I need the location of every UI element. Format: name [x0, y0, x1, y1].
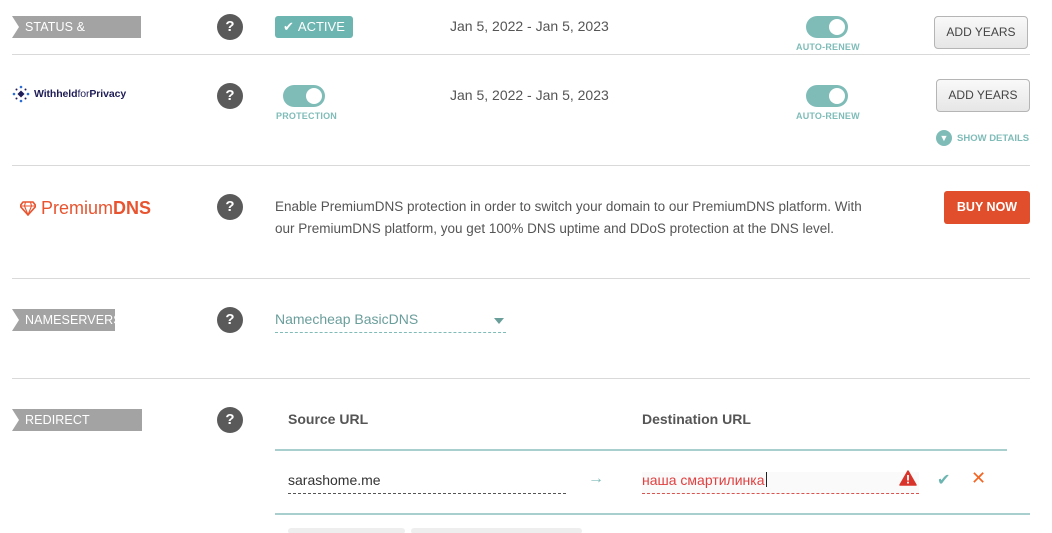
- privacy-diamond-icon: [12, 85, 30, 103]
- help-icon-status[interactable]: ?: [217, 14, 243, 40]
- logo-text-dns: DNS: [113, 198, 152, 218]
- auto-renew-caption: AUTO-RENEW: [796, 42, 860, 52]
- source-url-input[interactable]: sarashome.me: [288, 472, 566, 494]
- privacy-dates: Jan 5, 2022 - Jan 5, 2023: [450, 87, 609, 103]
- status-badge: ✔ ACTIVE: [275, 16, 353, 38]
- logo-text-for: for: [77, 88, 90, 100]
- premium-dns-logo: PremiumDNS: [20, 198, 151, 219]
- chevron-down-icon: ▼: [936, 130, 952, 146]
- text-cursor: [765, 472, 767, 487]
- protection-caption: PROTECTION: [276, 111, 338, 121]
- logo-text-withheld: Withheld: [34, 88, 78, 100]
- caret-down-icon: [494, 318, 504, 324]
- privacy-auto-renew-toggle[interactable]: [806, 85, 848, 107]
- destination-url-input[interactable]: наша смартилинка: [642, 472, 919, 494]
- divider: [12, 165, 1030, 166]
- table-header-divider: [275, 449, 1007, 451]
- privacy-add-years-button[interactable]: ADD YEARS: [936, 79, 1030, 112]
- auto-renew-toggle[interactable]: [806, 16, 848, 38]
- nameserver-select-value: Namecheap BasicDNS: [275, 311, 419, 327]
- help-icon-privacy[interactable]: ?: [217, 83, 243, 109]
- help-icon-redirect[interactable]: ?: [217, 407, 243, 433]
- destination-url-header: Destination URL: [642, 411, 751, 427]
- privacy-auto-renew-caption: AUTO-RENEW: [796, 111, 860, 121]
- placeholder-bar: [411, 528, 582, 533]
- buy-now-button[interactable]: BUY NOW: [944, 191, 1030, 224]
- source-url-header: Source URL: [288, 411, 369, 427]
- help-icon-premium-dns[interactable]: ?: [217, 194, 243, 220]
- placeholder-bar: [288, 528, 405, 533]
- destination-url-value: наша смартилинка: [642, 472, 765, 488]
- arrow-right-icon: →: [588, 470, 604, 487]
- divider: [12, 54, 1030, 55]
- table-row-divider: [275, 513, 1030, 515]
- show-details-link[interactable]: ▼ SHOW DETAILS: [936, 130, 1029, 146]
- protection-toggle[interactable]: [283, 85, 325, 107]
- validity-dates: Jan 5, 2022 - Jan 5, 2023: [450, 18, 609, 34]
- warning-triangle-icon: [899, 470, 917, 486]
- source-url-value: sarashome.me: [288, 472, 381, 488]
- diamond-icon: [20, 201, 36, 216]
- divider: [12, 378, 1030, 379]
- section-label-redirect-domain: REDIRECT DOMAIN: [12, 409, 142, 449]
- check-icon: ✔: [283, 19, 294, 34]
- logo-text-privacy: Privacy: [89, 88, 127, 100]
- withheld-for-privacy-logo: WithheldforPrivacy: [12, 85, 126, 103]
- section-label-status-validity: STATUS & VALIDITY: [12, 16, 141, 56]
- add-years-button[interactable]: ADD YEARS: [934, 16, 1028, 49]
- status-badge-label: ACTIVE: [297, 19, 345, 34]
- show-details-label: SHOW DETAILS: [957, 132, 1030, 144]
- logo-text-premium: Premium: [41, 198, 114, 218]
- premium-dns-description: Enable PremiumDNS protection in order to…: [275, 199, 862, 236]
- section-label-nameservers: NAMESERVERS: [12, 309, 122, 331]
- confirm-checkmark-icon[interactable]: ✔: [937, 470, 950, 490]
- cancel-close-icon[interactable]: ✕: [971, 468, 986, 489]
- help-icon-nameservers[interactable]: ?: [217, 307, 243, 333]
- divider: [12, 278, 1030, 279]
- nameserver-select[interactable]: Namecheap BasicDNS: [275, 311, 506, 333]
